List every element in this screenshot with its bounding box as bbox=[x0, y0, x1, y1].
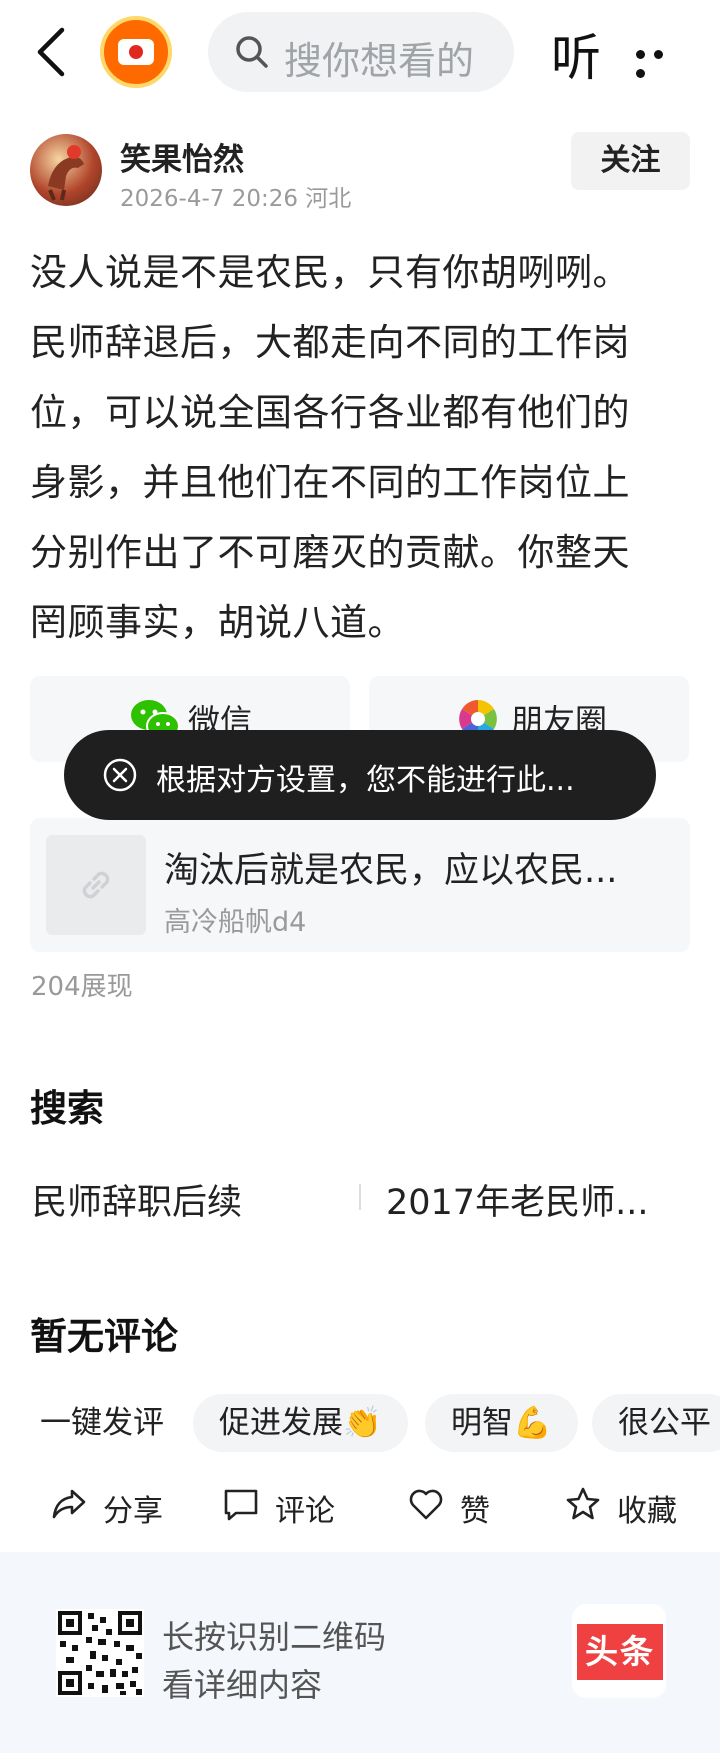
post-line: 身影，并且他们在不同的工作岗位上 bbox=[30, 461, 630, 504]
comment-action-label: 评论 bbox=[275, 1494, 335, 1529]
search-placeholder: 搜你想看的 bbox=[284, 39, 475, 83]
link-thumbnail bbox=[46, 835, 146, 935]
close-circle-icon bbox=[103, 758, 137, 792]
quick-reply-chip[interactable]: 很公平 bbox=[592, 1394, 720, 1452]
post-line: 位，可以说全国各行各业都有他们的 bbox=[30, 391, 630, 434]
like-action[interactable]: 赞 bbox=[407, 1480, 497, 1530]
related-search-item[interactable]: 民师辞职后续 bbox=[32, 1174, 242, 1225]
back-icon[interactable] bbox=[30, 24, 78, 80]
quoted-author: 高冷船帆d4 bbox=[164, 907, 307, 938]
related-search-item[interactable]: 2017年老民师... bbox=[386, 1174, 648, 1225]
follow-button[interactable]: 关注 bbox=[571, 132, 690, 190]
footer-hint-line2: 看详细内容 bbox=[162, 1666, 323, 1704]
link-icon bbox=[82, 871, 110, 899]
footer-banner: 长按识别二维码 看详细内容 头条 bbox=[0, 1552, 720, 1753]
comment-icon bbox=[224, 1489, 258, 1521]
quoted-title: 淘汰后就是农民，应以农民... bbox=[164, 851, 618, 891]
view-count: 204展现 bbox=[31, 972, 133, 1002]
share-action-label: 分享 bbox=[103, 1494, 163, 1529]
search-section-title: 搜索 bbox=[30, 1087, 104, 1130]
toutiao-logo-text: 头条 bbox=[577, 1624, 663, 1680]
star-icon bbox=[566, 1487, 600, 1520]
top-bar: 搜你想看的 听 bbox=[0, 0, 720, 104]
search-icon bbox=[236, 36, 268, 68]
like-action-label: 赞 bbox=[460, 1494, 490, 1529]
avatar[interactable] bbox=[30, 134, 102, 206]
toast-message: 根据对方设置，您不能进行此... bbox=[64, 730, 656, 820]
collect-action[interactable]: 收藏 bbox=[564, 1480, 684, 1530]
post-line: 分别作出了不可磨灭的贡献。你整天 bbox=[30, 531, 630, 574]
heart-icon bbox=[409, 1489, 443, 1520]
quick-reply-chip[interactable]: 促进发展👏 bbox=[193, 1394, 408, 1452]
author-name[interactable]: 笑果怡然 bbox=[120, 134, 244, 179]
more-icon[interactable] bbox=[636, 44, 686, 78]
toast-text: 根据对方设置，您不能进行此... bbox=[156, 763, 575, 798]
listen-button[interactable]: 听 bbox=[551, 18, 601, 90]
quick-reply-label[interactable]: 一键发评 bbox=[40, 1394, 164, 1452]
comments-title: 暂无评论 bbox=[30, 1315, 178, 1358]
footer-hint-line1: 长按识别二维码 bbox=[162, 1618, 387, 1656]
post-line: 民师辞退后，大都走向不同的工作岗 bbox=[30, 321, 630, 364]
share-icon bbox=[52, 1489, 86, 1519]
red-packet-icon[interactable] bbox=[100, 16, 172, 88]
quoted-post-card[interactable]: 淘汰后就是农民，应以农民... 高冷船帆d4 bbox=[30, 818, 690, 952]
comment-action[interactable]: 评论 bbox=[222, 1480, 342, 1530]
quick-reply-chip[interactable]: 明智💪 bbox=[425, 1394, 578, 1452]
post-meta: 2026-4-7 20:26 河北 bbox=[120, 186, 352, 212]
toutiao-logo: 头条 bbox=[572, 1604, 666, 1698]
collect-action-label: 收藏 bbox=[617, 1494, 677, 1529]
post-content: 没人说是不是农民，只有你胡咧咧。 民师辞退后，大都走向不同的工作岗 位，可以说全… bbox=[30, 238, 692, 658]
share-action[interactable]: 分享 bbox=[50, 1480, 170, 1530]
qr-code bbox=[56, 1609, 144, 1697]
post-line: 罔顾事实，胡说八道。 bbox=[30, 601, 405, 644]
search-bar[interactable]: 搜你想看的 bbox=[208, 12, 514, 92]
post-line: 没人说是不是农民，只有你胡咧咧。 bbox=[30, 251, 630, 294]
divider bbox=[359, 1184, 361, 1210]
